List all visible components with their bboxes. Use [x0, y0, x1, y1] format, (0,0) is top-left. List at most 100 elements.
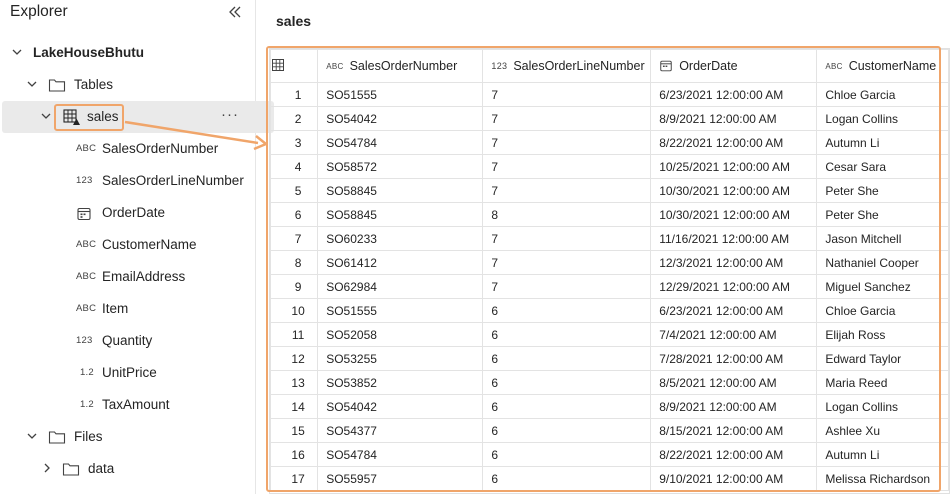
table-cell[interactable]: Logan Collins — [816, 394, 949, 419]
table-row[interactable]: 1 SO51555 7 6/23/2021 12:00:00 AM Chloe Garc… — [270, 82, 949, 107]
table-row[interactable]: 17 SO55957 6 9/10/2021 12:00:00 AM Melissa R… — [270, 466, 949, 491]
chevron-down-icon[interactable] — [25, 77, 39, 91]
table-cell[interactable]: Cesar Sara — [816, 154, 949, 179]
table-cell[interactable]: 6/23/2021 12:00:00 AM — [650, 82, 818, 107]
table-cell[interactable]: SO52058 — [317, 322, 484, 347]
table-cell[interactable]: 7 — [482, 154, 652, 179]
table-row[interactable]: 8 SO61412 7 12/3/2021 12:00:00 AM Nathaniel … — [270, 250, 949, 275]
table-cell[interactable]: 7/28/2021 12:00:00 AM — [650, 346, 818, 371]
table-row[interactable]: 6 SO58845 8 10/30/2021 12:00:00 AM Peter She — [270, 202, 949, 227]
column-header[interactable]: ABC CustomerName — [816, 49, 949, 83]
table-cell[interactable]: Logan Collins — [816, 106, 949, 131]
chevron-down-icon[interactable] — [25, 429, 39, 443]
table-cell[interactable]: SO62984 — [317, 274, 484, 299]
table-row[interactable]: 7 SO60233 7 11/16/2021 12:00:00 AM Jason Mit… — [270, 226, 949, 251]
table-cell[interactable]: Chloe Garcia — [816, 82, 949, 107]
table-cell[interactable]: SO61412 — [317, 250, 484, 275]
collapse-pane-icon[interactable] — [225, 2, 245, 22]
table-cell[interactable]: SO58572 — [317, 154, 484, 179]
table-cell[interactable]: 10/30/2021 12:00:00 AM — [650, 178, 818, 203]
table-cell[interactable]: 7 — [482, 226, 652, 251]
table-row[interactable]: 2 SO54042 7 8/9/2021 12:00:00 AM Logan Colli… — [270, 106, 949, 131]
table-cell[interactable]: 8/9/2021 12:00:00 AM — [650, 106, 818, 131]
table-row[interactable]: 3 SO54784 7 8/22/2021 12:00:00 AM Autumn Li — [270, 130, 949, 155]
table-cell[interactable]: 9/10/2021 12:00:00 AM — [650, 466, 818, 491]
table-cell[interactable]: SO58845 — [317, 202, 484, 227]
table-cell[interactable]: SO58845 — [317, 178, 484, 203]
table-row[interactable]: 15 SO54377 6 8/15/2021 12:00:00 AM Ashlee Xu — [270, 418, 949, 443]
more-options-icon[interactable]: ··· — [221, 106, 239, 123]
table-cell[interactable]: 7 — [482, 106, 652, 131]
table-cell[interactable]: 6 — [482, 418, 652, 443]
table-cell[interactable]: Autumn Li — [816, 442, 949, 467]
table-cell[interactable]: SO54042 — [317, 106, 484, 131]
table-cell[interactable]: 7 — [482, 130, 652, 155]
table-cell[interactable]: 6/23/2021 12:00:00 AM — [650, 298, 818, 323]
tree-item-sales-table[interactable]: sales ··· — [2, 101, 274, 133]
tree-item-files[interactable]: Files — [0, 421, 256, 453]
table-cell[interactable]: SO53255 — [317, 346, 484, 371]
column-item[interactable]: 123 Quantity — [0, 325, 256, 357]
table-cell[interactable]: 8 — [482, 202, 652, 227]
table-cell[interactable]: SO54042 — [317, 394, 484, 419]
table-cell[interactable]: SO51555 — [317, 298, 484, 323]
table-cell[interactable]: 6 — [482, 442, 652, 467]
table-row[interactable]: 13 SO53852 6 8/5/2021 12:00:00 AM Maria Reed — [270, 370, 949, 395]
table-row[interactable]: 11 SO52058 6 7/4/2021 12:00:00 AM Elijah Ros… — [270, 322, 949, 347]
table-cell[interactable]: 6 — [482, 466, 652, 491]
table-row[interactable]: 4 SO58572 7 10/25/2021 12:00:00 AM Cesar Sar… — [270, 154, 949, 179]
tree-item-data-folder[interactable]: data — [0, 453, 256, 485]
table-cell[interactable]: 7 — [482, 274, 652, 299]
column-item[interactable]: 1.2 UnitPrice — [0, 357, 256, 389]
column-item[interactable]: OrderDate — [0, 197, 256, 229]
table-cell[interactable]: 7/4/2021 12:00:00 AM — [650, 322, 818, 347]
table-cell[interactable]: Nathaniel Cooper — [816, 250, 949, 275]
table-cell[interactable]: 7 — [482, 82, 652, 107]
table-cell[interactable]: Autumn Li — [816, 130, 949, 155]
column-item[interactable]: ABC CustomerName — [0, 229, 256, 261]
table-cell[interactable]: Peter She — [816, 178, 949, 203]
table-cell[interactable]: 6 — [482, 322, 652, 347]
tree-item-tables[interactable]: Tables — [0, 69, 256, 101]
table-row[interactable]: 12 SO53255 6 7/28/2021 12:00:00 AM Edward Ta… — [270, 346, 949, 371]
table-cell[interactable]: Elijah Ross — [816, 322, 949, 347]
table-cell[interactable]: Jason Mitchell — [816, 226, 949, 251]
table-row[interactable]: 9 SO62984 7 12/29/2021 12:00:00 AM Miguel Sa… — [270, 274, 949, 299]
column-header[interactable]: 123 SalesOrderLineNumber — [482, 49, 652, 83]
data-grid[interactable]: ABC SalesOrderNumber 123 SalesOrderLineNum… — [269, 48, 950, 494]
column-item[interactable]: ABC Item — [0, 293, 256, 325]
table-cell[interactable]: Peter She — [816, 202, 949, 227]
table-cell[interactable]: Ashlee Xu — [816, 418, 949, 443]
table-cell[interactable]: 6 — [482, 346, 652, 371]
table-cell[interactable]: 7 — [482, 178, 652, 203]
table-cell[interactable]: SO60233 — [317, 226, 484, 251]
table-cell[interactable]: 6 — [482, 298, 652, 323]
column-header[interactable]: ABC SalesOrderNumber — [317, 49, 484, 83]
table-row[interactable]: 14 SO54042 6 8/9/2021 12:00:00 AM Logan Coll… — [270, 394, 949, 419]
table-cell[interactable]: Maria Reed — [816, 370, 949, 395]
chevron-down-icon[interactable] — [10, 45, 24, 59]
table-cell[interactable]: SO54377 — [317, 418, 484, 443]
table-cell[interactable]: 8/22/2021 12:00:00 AM — [650, 442, 818, 467]
table-cell[interactable]: 8/5/2021 12:00:00 AM — [650, 370, 818, 395]
table-cell[interactable]: 6 — [482, 370, 652, 395]
table-cell[interactable]: 8/22/2021 12:00:00 AM — [650, 130, 818, 155]
table-cell[interactable]: SO54784 — [317, 442, 484, 467]
table-cell[interactable]: Melissa Richardson — [816, 466, 949, 491]
column-item[interactable]: ABC EmailAddress — [0, 261, 256, 293]
table-cell[interactable]: 11/16/2021 12:00:00 AM — [650, 226, 818, 251]
table-cell[interactable]: Chloe Garcia — [816, 298, 949, 323]
table-row[interactable]: 5 SO58845 7 10/30/2021 12:00:00 AM Peter She — [270, 178, 949, 203]
tree-item-lakehouse[interactable]: LakeHouseBhutu — [0, 37, 256, 69]
chevron-down-icon[interactable] — [39, 109, 53, 123]
table-cell[interactable]: 10/30/2021 12:00:00 AM — [650, 202, 818, 227]
select-all-cell[interactable] — [270, 49, 319, 83]
column-item[interactable]: 1.2 TaxAmount — [0, 389, 256, 421]
table-row[interactable]: 10 SO51555 6 6/23/2021 12:00:00 AM Chloe Gar… — [270, 298, 949, 323]
table-row[interactable]: 16 SO54784 6 8/22/2021 12:00:00 AM Autumn Li — [270, 442, 949, 467]
chevron-right-icon[interactable] — [40, 461, 54, 475]
column-item[interactable]: ABC SalesOrderNumber — [0, 133, 256, 165]
table-cell[interactable]: SO53852 — [317, 370, 484, 395]
column-header[interactable]: OrderDate — [650, 49, 818, 83]
table-cell[interactable]: 12/29/2021 12:00:00 AM — [650, 274, 818, 299]
